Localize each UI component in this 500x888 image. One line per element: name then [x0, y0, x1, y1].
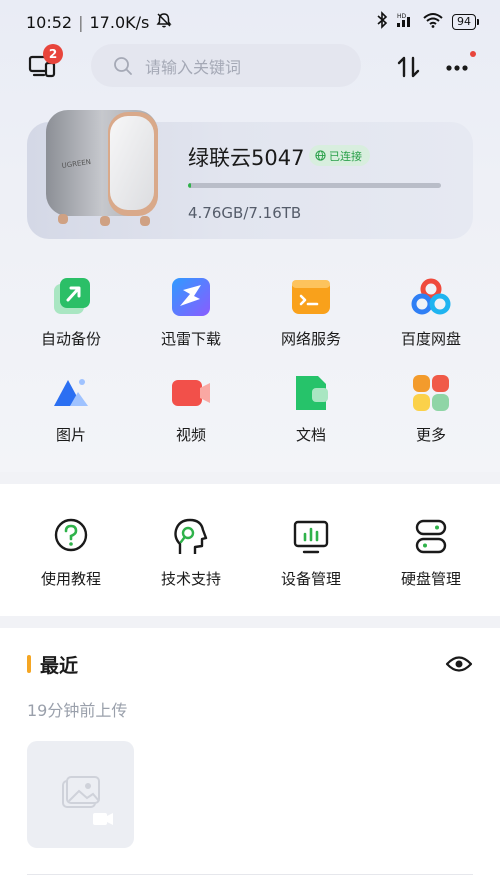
- network-service-icon: [292, 280, 330, 314]
- feature-baidu-netdisk[interactable]: 百度网盘: [381, 276, 481, 349]
- header: 2 请输入关键词: [0, 44, 500, 88]
- auto-backup-icon: [54, 278, 90, 314]
- storage-usage-text: 4.76GB/7.16TB: [188, 204, 302, 222]
- more-menu-button[interactable]: [444, 51, 476, 80]
- recent-title: 最近: [40, 655, 79, 677]
- feature-label: 迅雷下载: [160, 330, 221, 348]
- wifi-icon: [422, 12, 444, 32]
- disk-manage-icon: [415, 519, 447, 554]
- more-apps-icon: [413, 375, 449, 411]
- feature-label: 百度网盘: [400, 330, 461, 348]
- signal-icon: HD: [396, 12, 414, 32]
- bottom-divider: [27, 874, 473, 875]
- bluetooth-icon: [376, 11, 388, 33]
- mute-alarm-icon: [155, 11, 173, 33]
- tech-support-icon: [174, 518, 208, 554]
- battery-indicator: 94: [452, 14, 479, 30]
- support-label: 设备管理: [280, 570, 341, 588]
- tutorial-icon: [54, 518, 88, 552]
- device-name: 绿联云5047: [188, 146, 305, 170]
- globe-icon: [315, 150, 326, 161]
- feature-label: 图片: [55, 426, 86, 444]
- transfer-icon: [397, 56, 420, 78]
- section-divider: [0, 616, 500, 628]
- image-placeholder-icon: [62, 776, 113, 825]
- devices-badge: 2: [43, 44, 63, 64]
- search-placeholder: 请输入关键词: [145, 57, 242, 77]
- feature-label: 视频: [175, 426, 206, 444]
- search-icon: [114, 56, 132, 75]
- status-network-speed: 17.0K/s: [89, 12, 150, 32]
- svg-text:HD: HD: [397, 13, 407, 20]
- photos-icon: [54, 379, 88, 406]
- recent-file-thumbnail[interactable]: [27, 741, 134, 848]
- recent-title-accent: [27, 655, 31, 673]
- feature-photos[interactable]: 图片: [21, 372, 121, 445]
- support-device-manage[interactable]: 设备管理: [261, 516, 361, 589]
- feature-label: 网络服务: [280, 330, 341, 348]
- feature-network-service[interactable]: 网络服务: [261, 276, 361, 349]
- baidu-netdisk-icon: [411, 278, 451, 315]
- more-dots-icon: [446, 65, 468, 71]
- feature-label: 文档: [295, 426, 326, 444]
- section-divider: [0, 472, 500, 484]
- recent-upload-time: 19分钟前上传: [27, 701, 128, 720]
- transfer-button[interactable]: [396, 54, 422, 80]
- status-time: 10:52: [26, 12, 73, 32]
- feature-more[interactable]: 更多: [381, 372, 481, 445]
- eye-icon: [445, 656, 473, 672]
- support-label: 硬盘管理: [400, 570, 461, 588]
- support-tutorial[interactable]: 使用教程: [21, 516, 121, 589]
- storage-progress-fill: [188, 183, 192, 188]
- storage-progress-bar: [188, 183, 441, 188]
- documents-icon: [296, 376, 328, 410]
- connection-status-text: 已连接: [329, 149, 362, 163]
- status-bar: 10:52 | 17.0K/s HD 94: [0, 0, 500, 44]
- status-separator: |: [78, 12, 84, 32]
- feature-documents[interactable]: 文档: [261, 372, 361, 445]
- support-label: 技术支持: [160, 570, 221, 588]
- search-input[interactable]: 请输入关键词: [91, 44, 361, 87]
- connection-status-badge: 已连接: [309, 145, 370, 166]
- feature-label: 自动备份: [40, 330, 101, 348]
- nas-device-image: UGREEN: [44, 106, 164, 232]
- notification-dot: [470, 51, 476, 57]
- support-disk-manage[interactable]: 硬盘管理: [381, 516, 481, 589]
- video-icon: [172, 380, 210, 406]
- feature-auto-backup[interactable]: 自动备份: [21, 276, 121, 349]
- support-tech-support[interactable]: 技术支持: [141, 516, 241, 589]
- feature-video[interactable]: 视频: [141, 372, 241, 445]
- device-manage-icon: [293, 520, 329, 554]
- visibility-toggle-button[interactable]: [445, 653, 473, 675]
- feature-xunlei-download[interactable]: 迅雷下载: [141, 276, 241, 349]
- support-label: 使用教程: [40, 570, 101, 588]
- feature-label: 更多: [415, 426, 446, 444]
- xunlei-download-icon: [172, 278, 210, 316]
